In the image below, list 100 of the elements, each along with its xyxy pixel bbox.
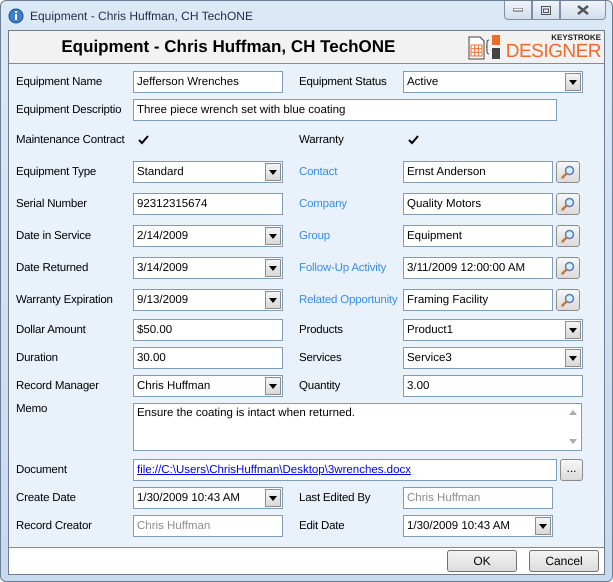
magnifier-icon (561, 293, 575, 307)
date-value: 2/14/2009 (137, 230, 188, 242)
date-value: 3/14/2009 (137, 262, 188, 274)
checkbox[interactable] (407, 134, 420, 146)
form-title: Equipment - Chris Huffman, CH TechONE (60, 37, 396, 57)
maximize-icon (541, 6, 551, 14)
dropdown-arrow-icon (269, 384, 277, 388)
text-field[interactable]: $50.00 (133, 319, 283, 341)
lookup-button[interactable] (556, 257, 580, 279)
text-field[interactable]: 92312315674 (133, 193, 283, 215)
browse-button[interactable]: ... (560, 459, 583, 481)
lookup-button[interactable] (556, 193, 580, 215)
field-label: Document (16, 464, 67, 476)
lookup-field[interactable]: Ernst Anderson (403, 161, 553, 183)
magnifier-icon (561, 229, 575, 243)
dropdown-arrow-icon (269, 496, 277, 500)
dropdown-arrow-icon (269, 298, 277, 302)
dropdown-button[interactable] (265, 227, 281, 245)
dropdown-arrow-icon (539, 524, 547, 528)
lookup-button[interactable] (556, 225, 580, 247)
dropdown-button[interactable] (565, 321, 581, 339)
dropdown-button[interactable] (565, 349, 581, 367)
dropdown-arrow-icon (569, 356, 577, 360)
lookup-button[interactable] (556, 161, 580, 183)
dropdown-arrow-icon (269, 170, 277, 174)
field-label: Quantity (299, 380, 340, 392)
maximize-button[interactable] (532, 1, 560, 20)
field-label: Dollar Amount (16, 324, 86, 336)
minimize-icon (513, 8, 523, 12)
field-label: Date Returned (16, 262, 88, 274)
date-value: 9/13/2009 (137, 294, 188, 306)
date-picker[interactable]: 9/13/2009 (133, 289, 283, 311)
dropdown-field[interactable]: Product1 (403, 319, 583, 341)
text-field[interactable]: Jefferson Wrenches (133, 71, 283, 93)
close-button[interactable] (560, 1, 606, 20)
minimize-button[interactable] (504, 1, 532, 20)
date-picker[interactable]: 2/14/2009 (133, 225, 283, 247)
field-label: Record Manager (16, 380, 99, 392)
field-label: Memo (16, 403, 48, 415)
lookup-button[interactable] (556, 289, 580, 311)
dropdown-value: Product1 (407, 324, 454, 336)
field-label: Edit Date (299, 520, 345, 532)
field-label: Equipment Descriptio (16, 104, 122, 116)
field-label: Date in Service (16, 230, 91, 242)
checkmark-icon (138, 135, 149, 145)
magnifier-icon (561, 261, 575, 275)
dropdown-button[interactable] (265, 291, 281, 309)
field-label: Equipment Status (299, 76, 387, 88)
field-label: Create Date (16, 492, 76, 504)
dropdown-button[interactable] (265, 163, 281, 181)
field-label: Warranty (299, 134, 344, 146)
date-picker[interactable]: 1/30/2009 10:43 AM (133, 487, 283, 509)
checkmark-icon (408, 135, 419, 145)
memo-field[interactable]: Ensure the coating is intact when returned. (133, 403, 582, 451)
text-field[interactable]: 3.00 (403, 375, 583, 397)
document-link[interactable]: file://C:\Users\ChrisHuffman\Desktop\3wrenches.docx (137, 464, 411, 476)
dropdown-button[interactable] (265, 377, 281, 395)
field-label: Equipment Name (16, 76, 102, 88)
lookup-field[interactable]: Equipment (403, 225, 553, 247)
memo-text: Ensure the coating is intact when returned. (136, 406, 356, 421)
close-icon (577, 5, 589, 15)
dropdown-button[interactable] (535, 517, 551, 535)
field-label: Maintenance Contract (16, 134, 125, 146)
field-label: Equipment Type (16, 166, 96, 178)
text-field[interactable]: Three piece wrench set with blue coating (133, 99, 557, 121)
field-label: Products (299, 324, 343, 336)
date-value: 1/30/2009 10:43 AM (407, 520, 510, 532)
cancel-button[interactable]: Cancel (529, 550, 599, 572)
dropdown-value: Standard (137, 166, 184, 178)
logo-text: KEYSTROKE (551, 34, 601, 42)
checkbox[interactable] (137, 134, 150, 146)
dropdown-value: Active (407, 76, 438, 88)
window-title: Equipment - Chris Huffman, CH TechONE (30, 8, 254, 22)
dropdown-field[interactable]: Service3 (403, 347, 583, 369)
field-label: Warranty Expiration (16, 294, 113, 306)
dropdown-field[interactable]: Standard (133, 161, 283, 183)
magnifier-icon (561, 197, 575, 211)
dropdown-arrow-icon (269, 234, 277, 238)
dropdown-button[interactable] (265, 259, 281, 277)
dropdown-arrow-icon (569, 328, 577, 332)
field-label: Services (299, 352, 342, 364)
lookup-field[interactable]: 3/11/2009 12:00:00 AM (403, 257, 553, 279)
logo-wordmark: DESIGNER (506, 42, 601, 60)
date-picker[interactable]: 3/14/2009 (133, 257, 283, 279)
field-label: Serial Number (16, 198, 87, 210)
ok-button[interactable]: OK (447, 550, 517, 572)
dropdown-value: Service3 (407, 352, 452, 364)
lookup-field[interactable]: Quality Motors (403, 193, 553, 215)
magnifier-icon (561, 165, 575, 179)
text-field[interactable]: 30.00 (133, 347, 283, 369)
field-label: Last Edited By (299, 492, 370, 504)
dropdown-arrow-icon (269, 266, 277, 270)
lookup-field[interactable]: Framing Facility (403, 289, 553, 311)
date-picker[interactable]: Chris Huffman (133, 375, 283, 397)
dropdown-arrow-icon (569, 80, 577, 84)
date-picker[interactable]: 1/30/2009 10:43 AM (403, 515, 553, 537)
dropdown-field[interactable]: Active (403, 71, 583, 93)
date-value: Chris Huffman (137, 380, 210, 392)
dropdown-button[interactable] (265, 489, 281, 507)
dropdown-button[interactable] (565, 73, 581, 91)
